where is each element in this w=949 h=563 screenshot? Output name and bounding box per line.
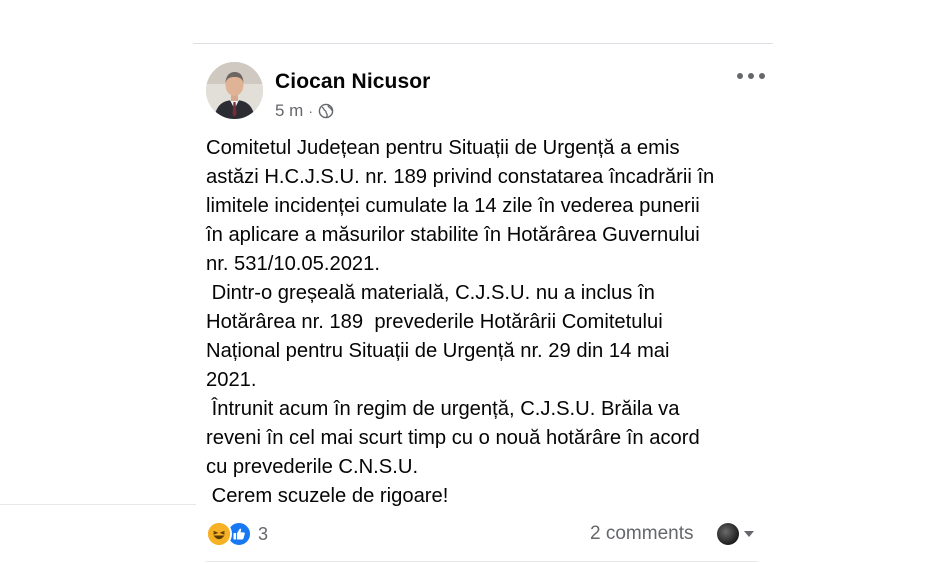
- chevron-down-icon: [744, 531, 754, 537]
- post-line: Cerem scuzele de rigoare!: [206, 485, 449, 507]
- post-body: Comitetul Județean pentru Situații de Ur…: [206, 134, 766, 511]
- left-divider: [0, 504, 196, 505]
- more-dot: [748, 73, 754, 79]
- post-time[interactable]: 5 m: [275, 101, 303, 121]
- post-line: limitele incidenței cumulate la 14 zile …: [206, 195, 700, 217]
- post-line: reveni în cel mai scurt timp cu o nouă h…: [206, 427, 700, 449]
- viewer-avatar-icon: [717, 523, 739, 545]
- post-line: Întrunit acum în regim de urgență, C.J.S…: [206, 398, 680, 420]
- author-name[interactable]: Ciocan Nicusor: [275, 70, 430, 94]
- meta-separator: ·: [308, 103, 314, 119]
- more-dot: [759, 73, 765, 79]
- haha-reaction-icon: [206, 521, 232, 547]
- post-line: Hotărârea nr. 189 prevederile Hotărârii …: [206, 311, 663, 333]
- post-canvas: Ciocan Nicusor 5 m · Comitetul Județean …: [0, 0, 949, 563]
- post-line: Dintr-o greșeală materială, C.J.S.U. nu …: [206, 282, 655, 304]
- reactions-summary[interactable]: 3: [206, 521, 268, 547]
- more-options-icon[interactable]: [737, 66, 765, 86]
- post-line: nr. 531/10.05.2021.: [206, 253, 380, 275]
- post-line: cu prevederile C.N.S.U.: [206, 456, 419, 478]
- post-line: 2021.: [206, 369, 257, 391]
- bottom-divider: [206, 561, 758, 562]
- post-line: astăzi H.C.J.S.U. nr. 189 privind consta…: [206, 166, 715, 188]
- avatar-portrait-icon: [206, 62, 263, 119]
- post-line: Național pentru Situații de Urgență nr. …: [206, 340, 670, 362]
- more-dot: [737, 73, 743, 79]
- comments-count-link[interactable]: 2 comments: [590, 523, 693, 545]
- viewer-selector[interactable]: [717, 523, 755, 545]
- top-divider: [193, 43, 773, 44]
- post-meta: 5 m ·: [275, 100, 334, 122]
- globe-icon[interactable]: [318, 103, 334, 119]
- reaction-count: 3: [258, 523, 269, 544]
- post-line: Comitetul Județean pentru Situații de Ur…: [206, 137, 680, 159]
- author-avatar[interactable]: [206, 62, 263, 119]
- post-line: în aplicare a măsurilor stabilite în Hot…: [206, 224, 700, 246]
